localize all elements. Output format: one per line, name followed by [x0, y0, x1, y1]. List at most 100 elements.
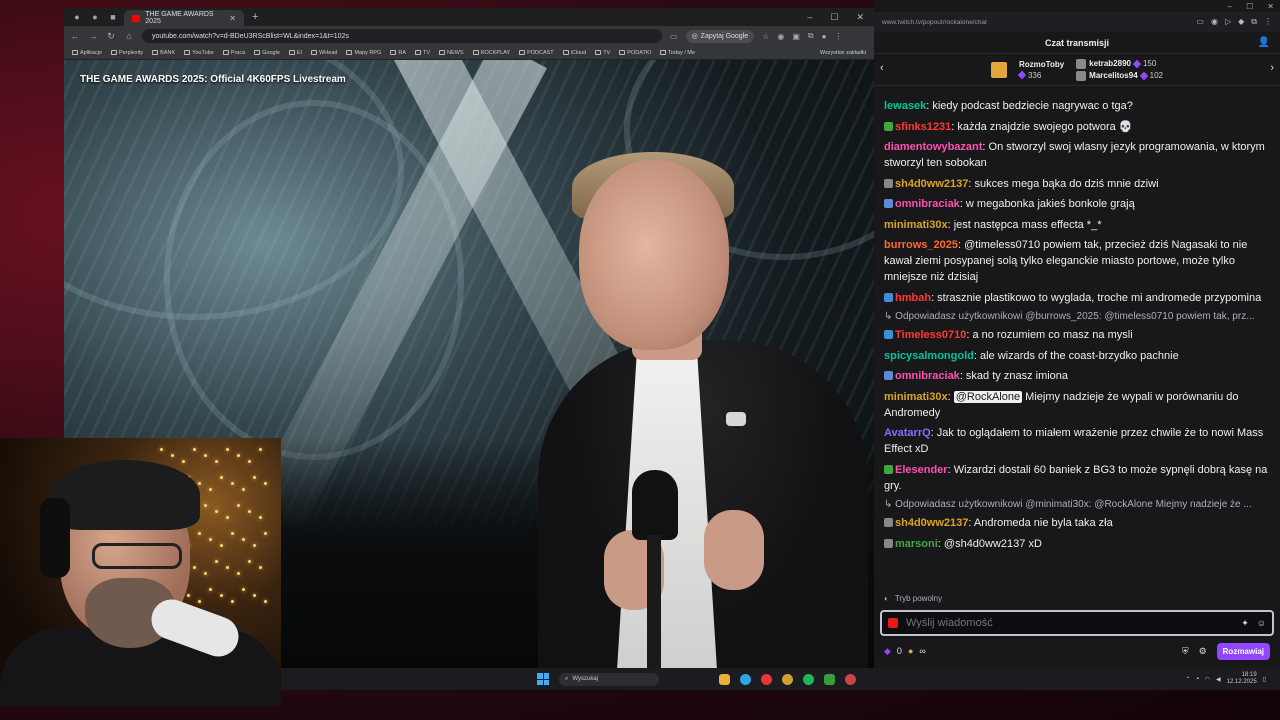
bookmark-item[interactable]: Praca	[222, 50, 245, 56]
chat-username[interactable]: hmbah	[895, 292, 931, 304]
address-bar[interactable]: youtube.com/watch?v=d-BDeU3RScBlist=WL&i…	[142, 29, 662, 43]
chat-message[interactable]: Timeless0710: a no rozumiem co masz na m…	[884, 327, 1270, 343]
chat-message[interactable]: hmbah: strasznie plastikowo to wyglada, …	[884, 290, 1270, 306]
reply-context[interactable]: ↳ Odpowiadasz użytkownikowi @minimati30x…	[884, 498, 1270, 512]
tab-active[interactable]: THE GAME AWARDS 2025 ✕	[124, 10, 244, 26]
chat-message[interactable]: omnibraciak: w megabonka jakieś bonkole …	[884, 196, 1270, 212]
notifications-icon[interactable]: ▯	[1263, 676, 1266, 683]
channel-points-icon[interactable]: ●	[908, 646, 913, 656]
chevron-right-icon[interactable]: ›	[1270, 62, 1274, 74]
chat-send-button[interactable]: Rozmawiaj	[1216, 642, 1270, 660]
chat-message[interactable]: AvatarrQ: Jak to oglądałem to miałem wra…	[884, 425, 1270, 457]
user-badge-icon[interactable]	[884, 121, 893, 131]
bookmark-item[interactable]: NEWS	[439, 50, 464, 56]
chat-username[interactable]: burrows_2025	[884, 239, 958, 251]
bookmark-item[interactable]: Aplikacje	[72, 50, 102, 56]
bookmark-item[interactable]: iCloud	[562, 50, 586, 56]
chat-username[interactable]: minimati30x	[884, 391, 948, 403]
chat-message[interactable]: sh4d0ww2137: Andromeda nie byla taka zła	[884, 515, 1270, 531]
chat-message[interactable]: Elesender: Wizardzi dostali 60 baniek z …	[884, 462, 1270, 494]
chat-username[interactable]: omnibraciak	[895, 370, 960, 382]
extension-icon[interactable]: ◆	[1238, 17, 1244, 27]
user-badge-icon[interactable]	[884, 292, 893, 302]
star-icon[interactable]: ☆	[762, 32, 769, 41]
home-icon[interactable]: ⌂	[124, 31, 134, 41]
leader-name[interactable]: ketrab2890	[1089, 59, 1131, 68]
gear-icon[interactable]: ⚙	[1199, 646, 1207, 657]
user-badge-icon[interactable]	[884, 199, 893, 208]
popup-icon[interactable]: ▭	[1196, 17, 1204, 27]
all-bookmarks[interactable]: Wszystkie zakładki	[820, 50, 874, 56]
chat-username[interactable]: Elesender	[895, 464, 948, 476]
user-badge-icon[interactable]	[884, 464, 893, 474]
extensions-icon[interactable]: ⧉	[1251, 17, 1257, 27]
taskbar-search[interactable]: ⌕ Wyszukaj	[559, 672, 659, 686]
tab-icon[interactable]: ■	[106, 10, 120, 24]
bookmark-item[interactable]: Perplexity	[111, 50, 143, 56]
chevron-up-icon[interactable]: ⌃	[1186, 676, 1191, 683]
chat-message[interactable]: minimati30x: @RockAlone Miejmy nadzieje …	[884, 389, 1270, 421]
minimize-icon[interactable]: –	[1228, 2, 1232, 11]
tray-icon[interactable]: ▪	[1197, 676, 1199, 682]
extension-icon[interactable]: ◉	[1211, 17, 1218, 27]
explorer-icon[interactable]	[719, 673, 730, 685]
forward-icon[interactable]: →	[88, 31, 98, 41]
chat-username[interactable]: sh4d0ww2137	[895, 178, 968, 190]
chat-message[interactable]: marsoni: @sh4d0ww2137 xD	[884, 536, 1270, 552]
extension-icon[interactable]: ◉	[777, 32, 784, 41]
chat-username[interactable]: diamentowybazant	[884, 141, 982, 153]
maximize-icon[interactable]: ☐	[830, 12, 838, 23]
clock[interactable]: 18:19 12.12.2025	[1227, 672, 1257, 686]
bookmark-item[interactable]: EI	[288, 50, 302, 56]
chat-message[interactable]: sh4d0ww2137: sukces mega bąka do dziś mn…	[884, 176, 1270, 192]
chat-url[interactable]: www.twitch.tv/popout/rockalone/chat	[882, 19, 987, 26]
top-gifter[interactable]: RozmoToby 336	[1017, 60, 1064, 80]
wifi-icon[interactable]: ◠	[1205, 676, 1210, 683]
minimize-icon[interactable]: –	[807, 12, 812, 23]
user-badge-icon[interactable]	[884, 518, 893, 527]
chat-username[interactable]: omnibraciak	[895, 198, 960, 210]
bookmark-item[interactable]: PODCAST	[519, 50, 554, 56]
chat-username[interactable]: spicysalmongold	[884, 350, 974, 362]
chat-username[interactable]: minimati30x	[884, 219, 948, 231]
bookmark-item[interactable]: ROCKPLAY	[472, 50, 510, 56]
user-badge-icon[interactable]	[884, 330, 893, 339]
chrome-icon[interactable]	[845, 673, 856, 685]
maximize-icon[interactable]: ☐	[1246, 2, 1253, 11]
chat-username[interactable]: lewasek	[884, 100, 926, 112]
chat-username[interactable]: AvatarrQ	[884, 427, 931, 439]
users-icon[interactable]: 👤	[1258, 37, 1270, 48]
volume-icon[interactable]: ◀	[1216, 676, 1221, 683]
celebrate-icon[interactable]: ✦	[1241, 618, 1249, 629]
ask-google-button[interactable]: ◎ Zapytaj Google	[685, 29, 755, 43]
chevron-left-icon[interactable]: ‹	[880, 62, 884, 74]
user-badge-icon[interactable]	[884, 178, 893, 188]
bits-icon[interactable]: ◆	[884, 646, 891, 657]
chat-message[interactable]: spicysalmongold: ale wizards of the coas…	[884, 348, 1270, 364]
emoji-icon[interactable]: ☺	[1257, 618, 1266, 628]
bookmark-item[interactable]: YouTube	[184, 50, 214, 56]
bookmark-item[interactable]: RA	[390, 50, 406, 56]
chat-message[interactable]: lewasek: kiedy podcast bedziecie nagrywa…	[884, 98, 1270, 114]
chat-username[interactable]: Timeless0710	[895, 329, 966, 341]
chat-message[interactable]: burrows_2025: @timeless0710 powiem tak, …	[884, 237, 1270, 285]
chat-input[interactable]	[906, 617, 1234, 629]
bookmark-item[interactable]: TV	[415, 50, 430, 56]
chat-message[interactable]: omnibraciak: skad ty znasz imiona	[884, 368, 1270, 384]
emote-icon[interactable]	[888, 618, 898, 628]
reload-icon[interactable]: ↻	[106, 31, 116, 42]
extension-icon[interactable]: ▷	[1225, 17, 1231, 27]
leader-name[interactable]: Marcelitos94	[1089, 71, 1137, 80]
chat-message[interactable]: minimati30x: jest następca mass effecta …	[884, 217, 1270, 233]
bookmark-item[interactable]: Today / Me	[660, 50, 695, 56]
shield-icon[interactable]: ⛨	[1182, 646, 1189, 657]
user-badge-icon[interactable]	[884, 538, 893, 548]
close-window-icon[interactable]: ✕	[1267, 2, 1274, 11]
windows-start-icon[interactable]	[537, 673, 549, 685]
chat-username[interactable]: marsoni	[895, 538, 938, 550]
tab-icon[interactable]: ●	[88, 10, 102, 24]
menu-icon[interactable]: ⋮	[1264, 17, 1272, 27]
app-icon[interactable]	[824, 673, 835, 685]
cast-icon[interactable]: ▭	[670, 32, 678, 41]
reply-context[interactable]: ↳ Odpowiadasz użytkownikowi @burrows_202…	[884, 310, 1270, 324]
